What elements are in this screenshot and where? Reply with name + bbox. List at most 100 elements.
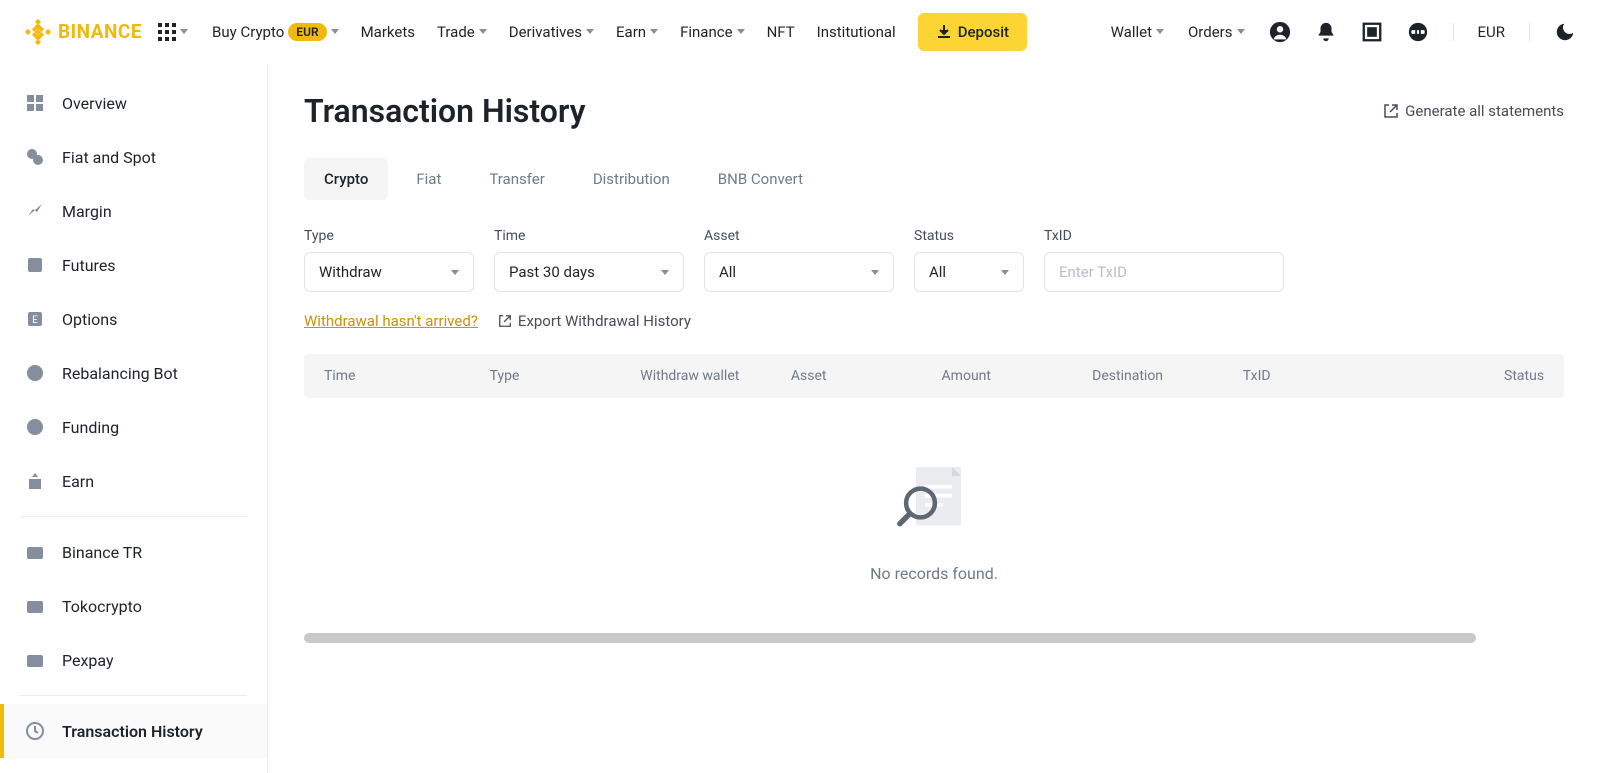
export-link[interactable]: Export Withdrawal History	[498, 312, 691, 330]
nav-institutional[interactable]: Institutional	[817, 23, 896, 41]
filter-label: Time	[494, 228, 684, 244]
external-link-icon	[1383, 103, 1399, 119]
chevron-down-icon	[737, 29, 745, 34]
links-row: Withdrawal hasn't arrived? Export Withdr…	[304, 312, 1564, 330]
divider	[1453, 23, 1454, 41]
sidebar-item-tokocrypto[interactable]: Tokocrypto	[0, 579, 267, 633]
theme-icon[interactable]	[1554, 21, 1576, 43]
sidebar-label: Binance TR	[62, 543, 142, 562]
tab-bnb-convert[interactable]: BNB Convert	[698, 158, 823, 200]
time-select[interactable]: Past 30 days	[494, 252, 684, 292]
nav-trade[interactable]: Trade	[437, 23, 487, 41]
export-label: Export Withdrawal History	[518, 312, 691, 330]
bell-icon[interactable]	[1315, 21, 1337, 43]
chevron-down-icon	[331, 29, 339, 34]
sidebar-item-rebalancing[interactable]: Rebalancing Bot	[0, 346, 267, 400]
bot-icon	[24, 362, 46, 384]
sidebar-item-pexpay[interactable]: Pexpay	[0, 633, 267, 687]
nav-derivatives[interactable]: Derivatives	[509, 23, 594, 41]
wallet-icon	[24, 649, 46, 671]
apps-menu[interactable]	[158, 23, 188, 41]
th-status: Status	[1393, 368, 1544, 384]
withdrawal-help-link[interactable]: Withdrawal hasn't arrived?	[304, 312, 478, 330]
qr-icon[interactable]	[1361, 21, 1383, 43]
wallet-icon	[24, 595, 46, 617]
sidebar-item-options[interactable]: EOptions	[0, 292, 267, 346]
sidebar-label: Pexpay	[62, 651, 114, 670]
chevron-down-icon	[586, 29, 594, 34]
sidebar-label: Earn	[62, 472, 94, 491]
filters: Type Withdraw Time Past 30 days Asset Al…	[304, 228, 1564, 292]
select-value: Withdraw	[319, 263, 382, 281]
sidebar-label: Fiat and Spot	[62, 148, 156, 167]
sidebar-item-funding[interactable]: Funding	[0, 400, 267, 454]
sidebar-item-binance-tr[interactable]: Binance TR	[0, 525, 267, 579]
generate-statements-link[interactable]: Generate all statements	[1383, 102, 1564, 120]
sidebar-label: Tokocrypto	[62, 597, 142, 616]
sidebar-item-overview[interactable]: Overview	[0, 76, 267, 130]
sidebar-item-history[interactable]: Transaction History	[0, 704, 267, 758]
page-title: Transaction History	[304, 92, 586, 130]
sidebar-item-margin[interactable]: Margin	[0, 184, 267, 238]
filter-time: Time Past 30 days	[494, 228, 684, 292]
sidebar: Overview Fiat and Spot Margin Futures EO…	[0, 64, 268, 773]
th-amount: Amount	[942, 368, 1093, 384]
user-icon[interactable]	[1269, 21, 1291, 43]
header-right: Wallet Orders EUR	[1111, 21, 1576, 43]
sidebar-label: Transaction History	[62, 722, 203, 741]
filter-txid: TxID	[1044, 228, 1284, 292]
chevron-down-icon	[650, 29, 658, 34]
tab-crypto[interactable]: Crypto	[304, 158, 388, 200]
nav-label: Orders	[1188, 23, 1233, 41]
nav-label: Markets	[361, 23, 415, 41]
sidebar-item-earn[interactable]: Earn	[0, 454, 267, 508]
main-nav: Buy Crypto EUR Markets Trade Derivatives…	[212, 13, 1027, 51]
nav-label: NFT	[767, 23, 795, 41]
filter-label: Asset	[704, 228, 894, 244]
select-value: All	[719, 263, 736, 281]
sidebar-label: Funding	[62, 418, 119, 437]
th-time: Time	[324, 368, 490, 384]
select-value: Past 30 days	[509, 263, 595, 281]
sidebar-label: Options	[62, 310, 117, 329]
txid-input[interactable]	[1044, 252, 1284, 292]
type-select[interactable]: Withdraw	[304, 252, 474, 292]
nav-earn[interactable]: Earn	[616, 23, 658, 41]
sidebar-label: Margin	[62, 202, 112, 221]
nav-label: Finance	[680, 23, 732, 41]
brand-text: BINANCE	[58, 20, 142, 43]
nav-finance[interactable]: Finance	[680, 23, 744, 41]
futures-icon	[24, 254, 46, 276]
tab-fiat[interactable]: Fiat	[396, 158, 461, 200]
history-icon	[24, 720, 46, 742]
overview-icon	[24, 92, 46, 114]
nav-markets[interactable]: Markets	[361, 23, 415, 41]
filter-label: TxID	[1044, 228, 1284, 244]
chevron-down-icon	[661, 270, 669, 275]
sidebar-item-futures[interactable]: Futures	[0, 238, 267, 292]
globe-icon[interactable]	[1407, 21, 1429, 43]
tab-transfer[interactable]: Transfer	[469, 158, 564, 200]
filter-label: Type	[304, 228, 474, 244]
deposit-button[interactable]: Deposit	[918, 13, 1027, 51]
table-header: Time Type Withdraw wallet Asset Amount D…	[304, 354, 1564, 398]
nav-label: Derivatives	[509, 23, 582, 41]
nav-label: Trade	[437, 23, 475, 41]
horizontal-scrollbar[interactable]	[304, 633, 1476, 643]
nav-label: Institutional	[817, 23, 896, 41]
asset-select[interactable]: All	[704, 252, 894, 292]
nav-orders[interactable]: Orders	[1188, 23, 1245, 41]
nav-buy-crypto[interactable]: Buy Crypto EUR	[212, 23, 339, 41]
sidebar-item-fiat-spot[interactable]: Fiat and Spot	[0, 130, 267, 184]
funding-icon	[24, 416, 46, 438]
deposit-label: Deposit	[958, 23, 1009, 41]
status-select[interactable]: All	[914, 252, 1024, 292]
currency-selector[interactable]: EUR	[1478, 23, 1506, 41]
nav-nft[interactable]: NFT	[767, 23, 795, 41]
generate-label: Generate all statements	[1405, 102, 1564, 120]
binance-logo[interactable]: BINANCE	[24, 18, 142, 46]
chevron-down-icon	[479, 29, 487, 34]
tab-distribution[interactable]: Distribution	[573, 158, 690, 200]
filter-label: Status	[914, 228, 1024, 244]
nav-wallet[interactable]: Wallet	[1111, 23, 1164, 41]
